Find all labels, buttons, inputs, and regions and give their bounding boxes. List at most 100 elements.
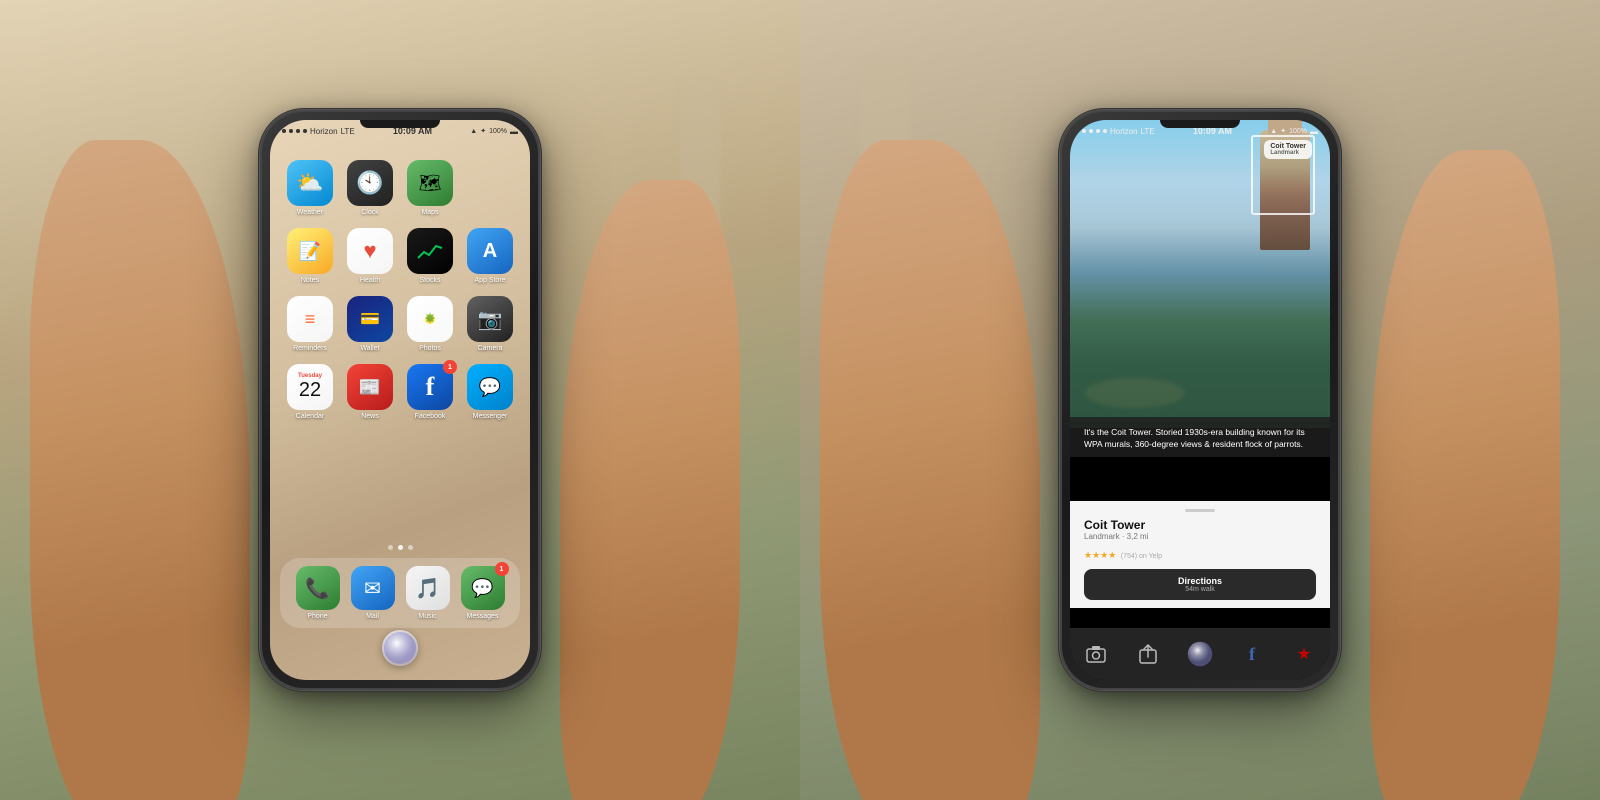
island-bg: [1085, 378, 1185, 408]
dock-music-wrap[interactable]: 🎵 Music: [406, 566, 450, 620]
ar-stars: ★★★★: [1084, 550, 1116, 560]
app-maps-wrap[interactable]: 🗺 Maps: [404, 160, 456, 216]
app-stocks-icon[interactable]: [407, 228, 453, 274]
battery-icon-left: ▬: [510, 127, 518, 136]
app-photos-wrap[interactable]: Photos: [404, 296, 456, 352]
battery-pct-right: 100%: [1289, 128, 1307, 135]
screen-left: Horizon LTE 10:09 AM ▲ ✦ 100% ▬ ⛅ Weathe…: [270, 120, 530, 680]
app-maps-label: Maps: [421, 209, 438, 216]
dock-messages-icon[interactable]: 💬 1: [461, 566, 505, 610]
dock-phone-label: Phone: [307, 613, 327, 620]
app-wallet-wrap[interactable]: 💳 Wallet: [344, 296, 396, 352]
dock-mail-label: Mail: [366, 613, 379, 620]
app-health-label: Health: [360, 277, 380, 284]
notch-right: [1160, 120, 1240, 128]
ar-share-btn[interactable]: [1134, 640, 1162, 668]
dock-music-icon[interactable]: 🎵: [406, 566, 450, 610]
signal-dot-r3: [1096, 129, 1100, 133]
app-facebook-wrap[interactable]: f 1 Facebook: [404, 364, 456, 420]
siri-button-right[interactable]: [1186, 640, 1214, 668]
app-health-wrap[interactable]: ♥ Health: [344, 228, 396, 284]
status-left: Horizon LTE: [282, 127, 355, 136]
facebook-badge: 1: [443, 360, 457, 374]
app-messenger-wrap[interactable]: 💬 Messenger: [464, 364, 516, 420]
signal-icon-right: ▲: [1270, 128, 1277, 135]
dock-messages-wrap[interactable]: 💬 1 Messages: [461, 566, 505, 620]
ar-rating-count: (754) on Yelp: [1121, 553, 1162, 560]
app-photos-icon[interactable]: [407, 296, 453, 342]
app-clock-wrap[interactable]: 🕙 Clock: [344, 160, 396, 216]
ar-label-name: Coit Tower: [1270, 143, 1306, 150]
signal-dot2: [289, 129, 293, 133]
app-stocks-wrap[interactable]: Stocks: [404, 228, 456, 284]
app-reminders-wrap[interactable]: ≡ Reminders: [284, 296, 336, 352]
app-empty-wrap: [464, 160, 516, 216]
app-stocks-label: Stocks: [419, 277, 440, 284]
signal-dot3: [296, 129, 300, 133]
app-calendar-icon[interactable]: Tuesday 22: [287, 364, 333, 410]
app-appstore-label: App Store: [474, 277, 505, 284]
dock-mail-wrap[interactable]: ✉ Mail: [351, 566, 395, 620]
battery-icon-right: ▬: [1310, 127, 1318, 136]
app-maps-icon[interactable]: 🗺: [407, 160, 453, 206]
app-news-label: News: [361, 413, 379, 420]
battery-right: ▲ ✦ 100% ▬: [1270, 127, 1318, 136]
dock-music-label: Music: [418, 613, 436, 620]
signal-dot1: [282, 129, 286, 133]
app-camera-wrap[interactable]: 📷 Camera: [464, 296, 516, 352]
app-wallet-icon[interactable]: 💳: [347, 296, 393, 342]
ar-bottom-bar: f ★: [1070, 628, 1330, 680]
app-facebook-label: Facebook: [415, 413, 446, 420]
siri-button-left[interactable]: [382, 630, 418, 666]
ar-label-type: Landmark: [1270, 150, 1306, 156]
signal-dot-r2: [1089, 129, 1093, 133]
hand-right-left: [560, 180, 740, 800]
app-weather-label: Weather: [297, 209, 323, 216]
app-appstore-icon[interactable]: A: [467, 228, 513, 274]
ar-info-card: Coit Tower Landmark · 3,2 mi ★★★★ (754) …: [1070, 501, 1330, 608]
app-facebook-icon[interactable]: f 1: [407, 364, 453, 410]
app-messenger-label: Messenger: [473, 413, 508, 420]
app-news-icon[interactable]: 📰: [347, 364, 393, 410]
directions-button[interactable]: Directions 54m walk: [1084, 569, 1316, 600]
bluetooth-right: ✦: [1280, 127, 1286, 135]
app-appstore-wrap[interactable]: A App Store: [464, 228, 516, 284]
app-reminders-icon[interactable]: ≡: [287, 296, 333, 342]
carrier-left: Horizon: [310, 127, 338, 136]
app-clock-icon[interactable]: 🕙: [347, 160, 393, 206]
app-weather-icon[interactable]: ⛅: [287, 160, 333, 206]
app-clock-label: Clock: [361, 209, 379, 216]
dock-mail-icon[interactable]: ✉: [351, 566, 395, 610]
app-notes-icon[interactable]: 📝: [287, 228, 333, 274]
iphone-left: Horizon LTE 10:09 AM ▲ ✦ 100% ▬ ⛅ Weathe…: [260, 110, 540, 690]
dock-phone-icon[interactable]: 📞: [296, 566, 340, 610]
app-notes-label: Notes: [301, 277, 319, 284]
hand-right-right: [1370, 150, 1560, 800]
app-calendar-wrap[interactable]: Tuesday 22 Calendar: [284, 364, 336, 420]
app-news-wrap[interactable]: 📰 News: [344, 364, 396, 420]
ar-place-distance: Landmark · 3,2 mi: [1084, 532, 1316, 541]
dot-2: [398, 545, 403, 550]
ar-camera-btn[interactable]: [1082, 640, 1110, 668]
app-camera-icon[interactable]: 📷: [467, 296, 513, 342]
ar-yelp-btn[interactable]: ★: [1290, 640, 1318, 668]
directions-label: Directions: [1091, 576, 1309, 586]
ar-rating-row: ★★★★ (754) on Yelp: [1084, 545, 1316, 563]
dock-phone-wrap[interactable]: 📞 Phone: [296, 566, 340, 620]
ar-facebook-btn[interactable]: f: [1238, 640, 1266, 668]
app-weather-wrap[interactable]: ⛅ Weather: [284, 160, 336, 216]
app-messenger-icon[interactable]: 💬: [467, 364, 513, 410]
ar-place-name: Coit Tower: [1084, 518, 1316, 532]
app-health-icon[interactable]: ♥: [347, 228, 393, 274]
ar-description-text: It's the Coit Tower. Storied 1930s-era b…: [1084, 427, 1305, 449]
ar-camera-view: Coit Tower Landmark: [1070, 120, 1330, 428]
right-half: Horizon LTE 10:09 AM ▲ ✦ 100% ▬: [800, 0, 1600, 800]
signal-icon-left: ▲: [470, 128, 477, 135]
apps-grid: ⛅ Weather 🕙 Clock 🗺 Maps 📝: [270, 150, 530, 430]
bluetooth-icon: ✦: [480, 127, 486, 135]
network-left: LTE: [341, 127, 355, 136]
app-wallet-label: Wallet: [360, 345, 379, 352]
carrier-right: Horizon: [1110, 127, 1138, 136]
app-notes-wrap[interactable]: 📝 Notes: [284, 228, 336, 284]
page-dots: [270, 545, 530, 550]
